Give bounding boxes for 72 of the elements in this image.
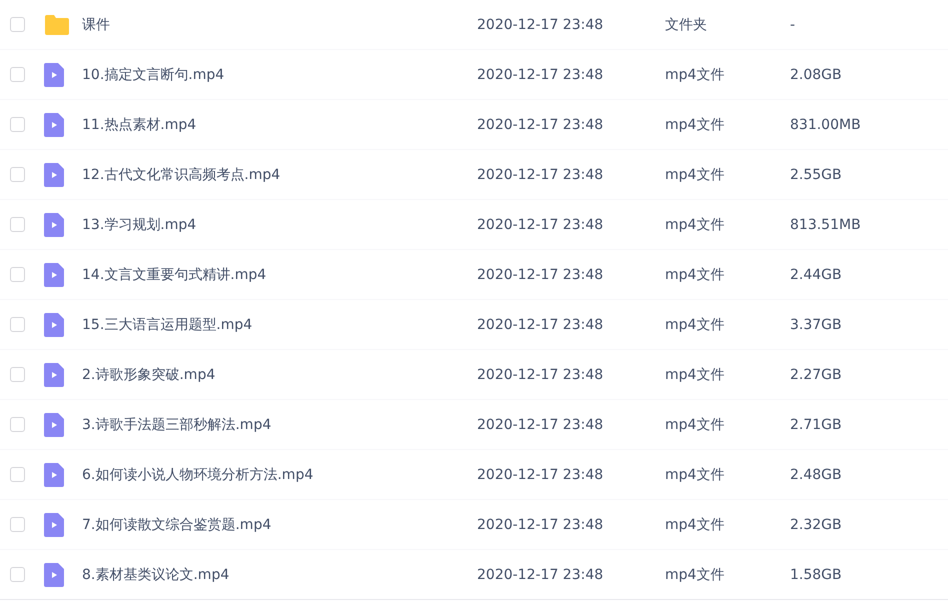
video-file-icon bbox=[44, 562, 64, 586]
checkbox[interactable] bbox=[10, 517, 25, 532]
checkbox[interactable] bbox=[10, 117, 25, 132]
file-type: 文件夹 bbox=[665, 16, 708, 34]
modified-date: 2020-12-17 23:48 bbox=[477, 216, 604, 232]
modified-date: 2020-12-17 23:48 bbox=[477, 316, 604, 332]
checkbox[interactable] bbox=[10, 367, 25, 382]
video-file-icon bbox=[44, 62, 64, 86]
file-size: 2.55GB bbox=[790, 166, 843, 182]
file-size: 2.27GB bbox=[790, 366, 843, 382]
file-type: mp4文件 bbox=[665, 266, 726, 284]
modified-date: 2020-12-17 23:48 bbox=[477, 266, 604, 282]
checkbox[interactable] bbox=[10, 567, 25, 582]
file-type: mp4文件 bbox=[665, 466, 726, 484]
modified-date: 2020-12-17 23:48 bbox=[477, 116, 604, 132]
checkbox[interactable] bbox=[10, 217, 25, 232]
video-file-icon bbox=[44, 112, 64, 136]
file-type: mp4文件 bbox=[665, 66, 726, 84]
video-file-icon bbox=[44, 512, 64, 536]
modified-date: 2020-12-17 23:48 bbox=[477, 166, 604, 182]
video-file-icon bbox=[44, 462, 64, 486]
modified-date: 2020-12-17 23:48 bbox=[477, 16, 604, 32]
video-file-icon bbox=[44, 162, 64, 186]
checkbox[interactable] bbox=[10, 17, 25, 32]
modified-date: 2020-12-17 23:48 bbox=[477, 516, 604, 532]
video-file-icon bbox=[44, 312, 64, 336]
file-name[interactable]: 14.文言文重要句式精讲.mp4 bbox=[82, 266, 477, 284]
file-name[interactable]: 7.如何读散文综合鉴赏题.mp4 bbox=[82, 516, 477, 534]
file-size: 813.51MB bbox=[790, 216, 862, 232]
file-name[interactable]: 2.诗歌形象突破.mp4 bbox=[82, 366, 477, 384]
checkbox[interactable] bbox=[10, 67, 25, 82]
checkbox[interactable] bbox=[10, 417, 25, 432]
modified-date: 2020-12-17 23:48 bbox=[477, 466, 604, 482]
checkbox[interactable] bbox=[10, 267, 25, 282]
file-type: mp4文件 bbox=[665, 566, 726, 584]
file-type: mp4文件 bbox=[665, 216, 726, 234]
checkbox[interactable] bbox=[10, 167, 25, 182]
video-file-icon bbox=[44, 262, 64, 286]
file-name[interactable]: 课件 bbox=[82, 16, 477, 34]
modified-date: 2020-12-17 23:48 bbox=[477, 366, 604, 382]
file-type: mp4文件 bbox=[665, 316, 726, 334]
file-size: 2.48GB bbox=[790, 466, 843, 482]
file-name[interactable]: 11.热点素材.mp4 bbox=[82, 116, 477, 134]
checkbox[interactable] bbox=[10, 317, 25, 332]
file-name[interactable]: 10.搞定文言断句.mp4 bbox=[82, 66, 477, 84]
file-type: mp4文件 bbox=[665, 416, 726, 434]
file-name[interactable]: 8.素材基类议论文.mp4 bbox=[82, 566, 477, 584]
modified-date: 2020-12-17 23:48 bbox=[477, 416, 604, 432]
file-size: 2.08GB bbox=[790, 66, 843, 82]
file-size: 1.58GB bbox=[790, 566, 843, 582]
video-file-icon bbox=[44, 212, 64, 236]
file-name[interactable]: 3.诗歌手法题三部秒解法.mp4 bbox=[82, 416, 477, 434]
file-size: 2.71GB bbox=[790, 416, 843, 432]
file-name[interactable]: 6.如何读小说人物环境分析方法.mp4 bbox=[82, 466, 477, 484]
file-size: 2.32GB bbox=[790, 516, 843, 532]
file-name[interactable]: 13.学习规划.mp4 bbox=[82, 216, 477, 234]
file-type: mp4文件 bbox=[665, 166, 726, 184]
file-size: 3.37GB bbox=[790, 316, 843, 332]
modified-date: 2020-12-17 23:48 bbox=[477, 566, 604, 582]
file-type: mp4文件 bbox=[665, 516, 726, 534]
file-size: - bbox=[790, 16, 796, 32]
file-size: 2.44GB bbox=[790, 266, 843, 282]
file-size: 831.00MB bbox=[790, 116, 862, 132]
file-name[interactable]: 15.三大语言运用题型.mp4 bbox=[82, 316, 477, 334]
video-file-icon bbox=[44, 412, 64, 436]
modified-date: 2020-12-17 23:48 bbox=[477, 66, 604, 82]
file-type: mp4文件 bbox=[665, 366, 726, 384]
folder-icon bbox=[44, 14, 70, 34]
checkbox[interactable] bbox=[10, 467, 25, 482]
video-file-icon bbox=[44, 362, 64, 386]
file-name[interactable]: 12.古代文化常识高频考点.mp4 bbox=[82, 166, 477, 184]
file-type: mp4文件 bbox=[665, 116, 726, 134]
